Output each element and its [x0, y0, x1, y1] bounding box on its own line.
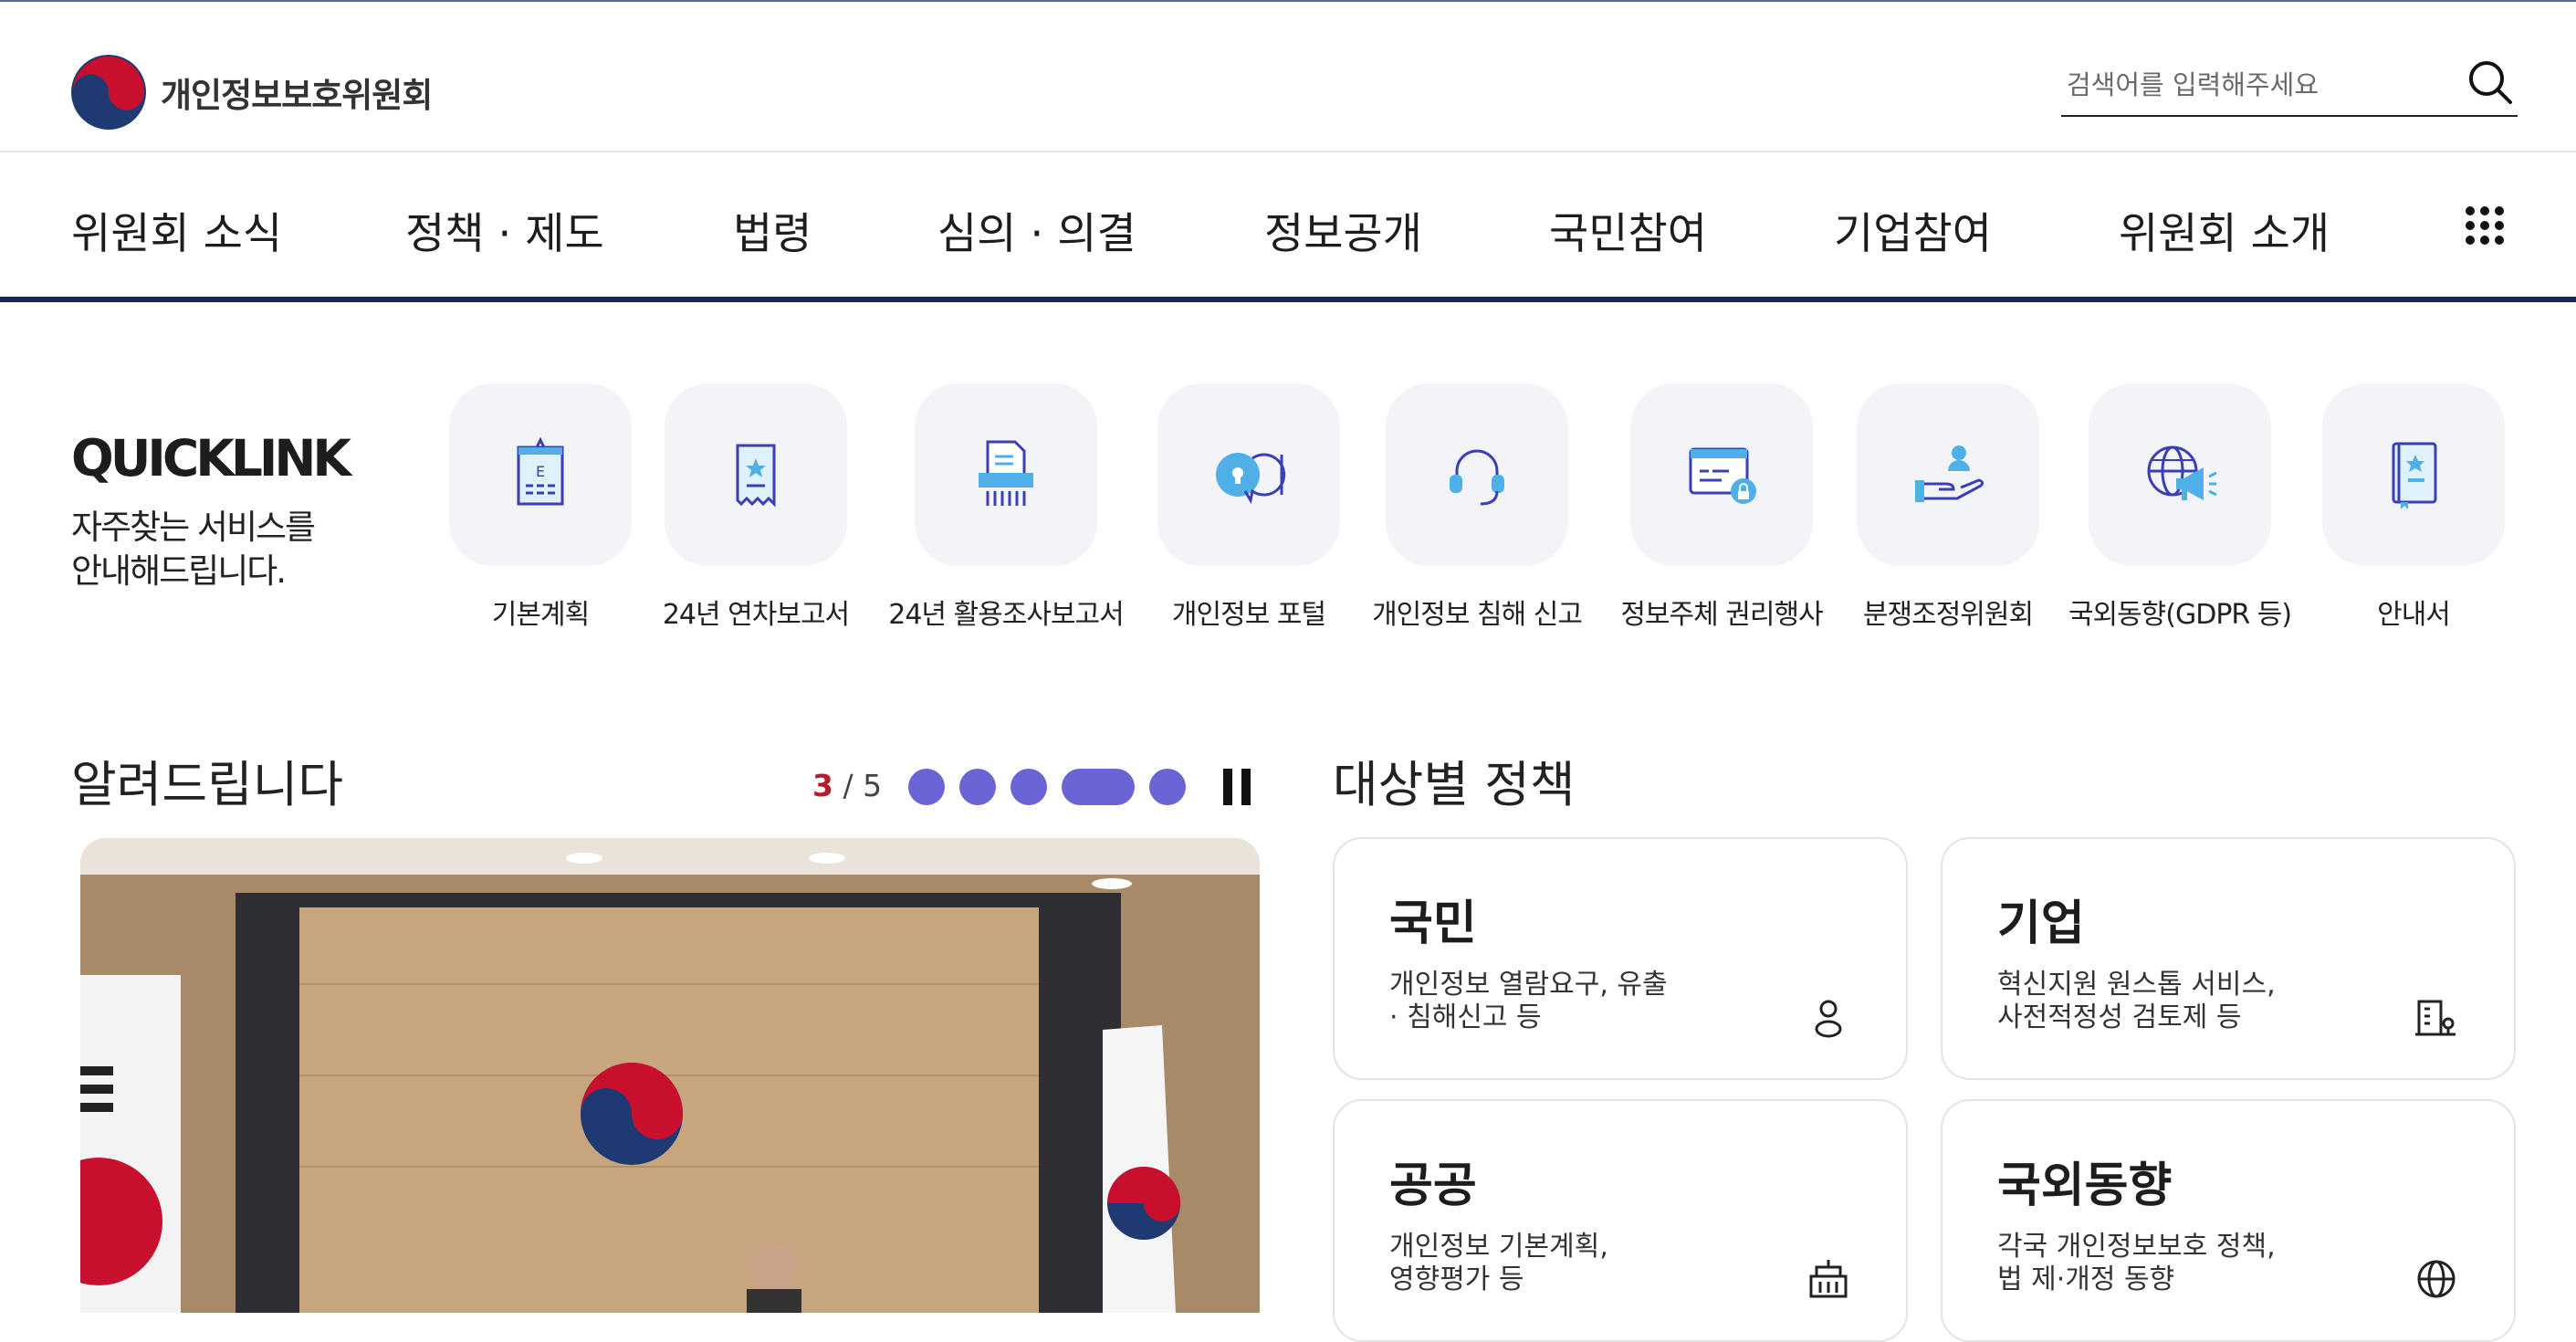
quicklink-title: QUICKLINK: [71, 429, 351, 488]
slide-separator: /: [832, 768, 864, 803]
card-desc-line2: · 침해신고 등: [1389, 1001, 1542, 1033]
nav-item-citizen[interactable]: 국민참여: [1549, 198, 1707, 261]
slide-dot-2[interactable]: [959, 769, 996, 805]
quicklink-label: 개인정보 포털: [1171, 599, 1326, 631]
policy-card-overseas[interactable]: 국외동향 각국 개인정보보호 정책, 법 제·개정 동향: [1941, 1099, 2516, 1342]
quicklink-label: 국외동향(GDPR 등): [2068, 599, 2292, 631]
card-desc-line2: 법 제·개정 동향: [1997, 1263, 2175, 1295]
nav-item-about[interactable]: 위원회 소개: [2119, 198, 2330, 261]
slide-dot-1[interactable]: [908, 769, 945, 805]
slide-total: 5: [863, 768, 883, 803]
nav-item-disclosure[interactable]: 정보공개: [1264, 198, 1422, 261]
search-box: [2061, 55, 2518, 117]
card-desc-line1: 개인정보 기본계획,: [1389, 1231, 1608, 1263]
nav-item-news[interactable]: 위원회 소식: [71, 198, 282, 261]
grid-dots-icon[interactable]: [2465, 205, 2505, 246]
policy-card-business[interactable]: 기업 혁신지원 원스톱 서비스, 사전적정성 검토제 등: [1941, 837, 2516, 1080]
card-desc-line1: 각국 개인정보보호 정책,: [1997, 1231, 2276, 1263]
slide-dot-5[interactable]: [1149, 769, 1186, 805]
quicklink-tile: [1630, 383, 1813, 566]
quicklink-item-annual-report[interactable]: 24년 연차보고서: [637, 383, 874, 632]
policy-card-citizen[interactable]: 국민 개인정보 열람요구, 유출 · 침해신고 등: [1333, 837, 1908, 1080]
globe-megaphone-icon: [2147, 446, 2217, 500]
quicklink-subtitle: 자주찾는 서비스를 안내해드립니다.: [71, 506, 363, 593]
quicklink-item-portal[interactable]: 개인정보 포털: [1130, 383, 1367, 632]
nav-item-deliberation[interactable]: 심의 · 의결: [937, 198, 1136, 261]
main-navigation: 위원회 소식 정책 · 제도 법령 심의 · 의결 정보공개 국민참여 기업참여…: [0, 152, 2576, 297]
browser-lock-icon: [1689, 447, 1756, 504]
shredder-document-icon: [979, 440, 1033, 506]
card-desc: 개인정보 기본계획, 영향평가 등: [1389, 1231, 1773, 1296]
quicklink-label: 안내서: [2377, 599, 2451, 631]
portal-lock-icon: [1216, 453, 1286, 505]
quicklink-item-guidebook[interactable]: 안내서: [2295, 383, 2532, 632]
hand-person-icon: [1915, 446, 1984, 502]
quicklink-subtitle-line2: 안내해드립니다.: [71, 551, 287, 591]
quicklink-label: 24년 활용조사보고서: [888, 599, 1125, 631]
card-title: 국외동향: [1997, 1159, 2173, 1213]
notice-title: 알려드립니다: [71, 756, 344, 813]
press-briefing-photo: [80, 838, 1260, 1313]
card-title: 기업: [1997, 896, 2085, 951]
globe-icon: [2417, 1260, 2456, 1298]
quicklink-tile: [665, 383, 847, 566]
card-desc: 혁신지원 원스톱 서비스, 사전적정성 검토제 등: [1997, 969, 2381, 1034]
svg-text:E: E: [536, 463, 545, 480]
building-icon: [2415, 1000, 2456, 1036]
quicklink-item-rights[interactable]: 정보주체 권리행사: [1603, 383, 1840, 632]
slide-counter: 3 / 5: [812, 768, 882, 803]
quicklink-item-infringement-report[interactable]: 개인정보 침해 신고: [1358, 383, 1596, 632]
report-ribbon-icon: [736, 444, 776, 508]
card-title: 공공: [1389, 1159, 1477, 1213]
card-desc: 개인정보 열람요구, 유출 · 침해신고 등: [1389, 969, 1773, 1034]
card-desc-line1: 개인정보 열람요구, 유출: [1389, 969, 1668, 1001]
quicklink-tile: [1386, 383, 1568, 566]
pause-icon[interactable]: [1223, 769, 1252, 805]
quicklink-item-plan[interactable]: E 기본계획: [422, 383, 659, 632]
quicklink-label: 24년 연차보고서: [662, 599, 850, 631]
quicklink-item-overseas[interactable]: 국외동향(GDPR 등): [2061, 383, 2299, 632]
quicklink-tile: [2322, 383, 2505, 566]
site-logo[interactable]: 개인정보보호위원회: [69, 53, 433, 131]
headset-icon: [1450, 449, 1504, 506]
quicklink-tile: [915, 383, 1097, 566]
quicklink-tile: [1857, 383, 2039, 566]
quicklink-label: 개인정보 침해 신고: [1372, 599, 1583, 631]
quicklink-subtitle-line1: 자주찾는 서비스를: [71, 508, 316, 547]
notice-banner-image[interactable]: [80, 838, 1260, 1313]
card-desc-line2: 사전적정성 검토제 등: [1997, 1001, 2242, 1033]
quicklink-tile: [1157, 383, 1340, 566]
guidebook-icon: [2392, 442, 2437, 509]
quicklink-label: 기본계획: [491, 599, 590, 631]
quicklink-label: 정보주체 권리행사: [1620, 599, 1823, 631]
card-desc: 각국 개인정보보호 정책, 법 제·개정 동향: [1997, 1231, 2381, 1296]
nav-item-law[interactable]: 법령: [733, 198, 812, 261]
taegeuk-logo-icon: [71, 55, 146, 130]
slide-dot-3[interactable]: [1011, 769, 1047, 805]
top-border: [0, 0, 2576, 2]
quicklink-tile: E: [449, 383, 632, 566]
search-icon[interactable]: [2465, 57, 2516, 108]
slide-current: 3: [812, 768, 833, 803]
card-desc-line1: 혁신지원 원스톱 서비스,: [1997, 969, 2276, 1001]
org-name: 개인정보보호위원회: [161, 76, 433, 115]
policy-title: 대상별 정책: [1333, 756, 1576, 813]
nav-bottom-bar: [0, 297, 2576, 302]
quicklink-item-survey-report[interactable]: 24년 활용조사보고서: [887, 383, 1125, 632]
card-title: 국민: [1389, 896, 1477, 951]
search-input[interactable]: [2065, 64, 2452, 106]
nav-item-business[interactable]: 기업참여: [1834, 198, 1992, 261]
card-desc-line2: 영향평가 등: [1389, 1263, 1524, 1295]
quicklink-tile: [2089, 383, 2271, 566]
nav-item-policy[interactable]: 정책 · 제도: [405, 198, 604, 261]
person-icon: [1815, 1000, 1842, 1038]
public-building-icon: [1809, 1260, 1848, 1298]
plan-board-icon: E: [517, 436, 564, 506]
quicklink-label: 분쟁조정위원회: [1862, 599, 2034, 631]
quicklink-item-dispute[interactable]: 분쟁조정위원회: [1829, 383, 2067, 632]
policy-card-public[interactable]: 공공 개인정보 기본계획, 영향평가 등: [1333, 1099, 1908, 1342]
slide-dot-4-active[interactable]: [1062, 769, 1135, 805]
